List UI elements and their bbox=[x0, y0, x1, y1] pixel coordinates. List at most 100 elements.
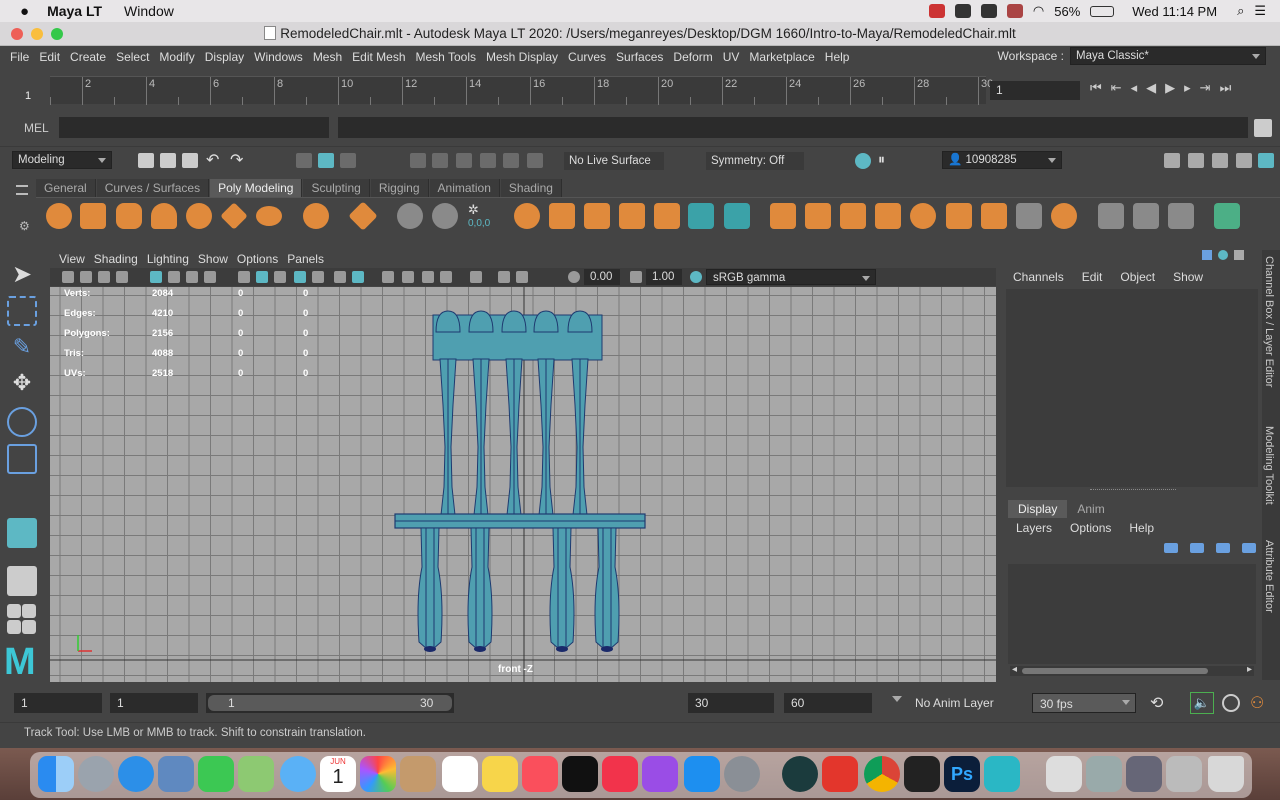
battery-icon[interactable] bbox=[1090, 5, 1115, 17]
combine-icon[interactable] bbox=[514, 203, 540, 229]
open-scene-icon[interactable] bbox=[160, 153, 176, 168]
flag-icon[interactable] bbox=[1006, 4, 1023, 18]
shelf-tab-animation[interactable]: Animation bbox=[429, 179, 500, 197]
separate-icon[interactable] bbox=[549, 203, 575, 229]
panel-float-icon[interactable] bbox=[1202, 250, 1212, 260]
music-icon[interactable] bbox=[522, 756, 558, 792]
calendar-icon[interactable]: JUN 1 bbox=[320, 756, 356, 792]
last-tool-icon[interactable] bbox=[7, 518, 37, 548]
layer-menu-layers[interactable]: Layers bbox=[1016, 521, 1052, 535]
new-layer-icon[interactable] bbox=[1216, 543, 1230, 553]
symmetry-field[interactable]: Symmetry: Off bbox=[706, 152, 804, 170]
loop-icon[interactable]: ⟲ bbox=[1150, 693, 1163, 713]
menu-display[interactable]: Display bbox=[205, 50, 244, 64]
super-shape-icon[interactable] bbox=[348, 201, 378, 231]
trash-icon[interactable] bbox=[1208, 756, 1244, 792]
multi-cut-icon[interactable] bbox=[1016, 203, 1042, 229]
layer-menu-options[interactable]: Options bbox=[1070, 521, 1111, 535]
layer-horizontal-scrollbar[interactable]: ◂ ▸ bbox=[1010, 664, 1254, 676]
menu-file[interactable]: File bbox=[10, 50, 29, 64]
color-space-dropdown[interactable]: sRGB gamma bbox=[706, 269, 876, 285]
layer-editor-icon[interactable] bbox=[1258, 153, 1274, 168]
persp-outliner-layout-icon[interactable] bbox=[22, 604, 36, 618]
exposure-icon[interactable] bbox=[568, 271, 580, 283]
gitkraken-icon[interactable] bbox=[782, 756, 818, 792]
fps-dropdown[interactable]: 30 fps bbox=[1032, 693, 1136, 713]
smooth-icon[interactable] bbox=[619, 203, 645, 229]
mac-menu-window[interactable]: Window bbox=[124, 3, 174, 19]
shelf-tab-shading[interactable]: Shading bbox=[500, 179, 562, 197]
panel-menu-panels[interactable]: Panels bbox=[287, 252, 324, 266]
default-lighting-icon[interactable] bbox=[274, 271, 286, 283]
select-camera-icon[interactable] bbox=[62, 271, 74, 283]
battery-percent[interactable]: 56% bbox=[1054, 4, 1080, 19]
image-plane-icon[interactable] bbox=[116, 271, 128, 283]
notes-icon[interactable] bbox=[482, 756, 518, 792]
wireframe-on-shaded-icon[interactable] bbox=[294, 271, 306, 283]
minimize-window-button[interactable] bbox=[31, 28, 43, 40]
menu-set-dropdown[interactable]: Modeling bbox=[12, 151, 112, 169]
mel-input[interactable] bbox=[59, 117, 329, 138]
center-pivot-icon[interactable] bbox=[432, 203, 458, 229]
menu-uv[interactable]: UV bbox=[723, 50, 740, 64]
side-tab-channel-box[interactable]: Channel Box / Layer Editor bbox=[1263, 256, 1275, 387]
xray-joints-icon[interactable] bbox=[498, 271, 510, 283]
xray-icon[interactable] bbox=[470, 271, 482, 283]
uv-editor-icon[interactable] bbox=[1214, 203, 1240, 229]
pause-render-icon[interactable]: ⏸ bbox=[878, 151, 885, 168]
exposure-field[interactable]: 0.00 bbox=[584, 269, 620, 285]
launchpad-icon[interactable] bbox=[78, 756, 114, 792]
fill-hole-icon[interactable] bbox=[910, 203, 936, 229]
script-editor-icon[interactable] bbox=[1254, 119, 1272, 137]
menu-modify[interactable]: Modify bbox=[159, 50, 194, 64]
rotate-tool-icon[interactable] bbox=[7, 407, 37, 437]
extrude-icon[interactable] bbox=[770, 203, 796, 229]
render-icon[interactable] bbox=[855, 153, 871, 169]
documents-stack-icon[interactable] bbox=[1086, 756, 1122, 792]
menu-deform[interactable]: Deform bbox=[673, 50, 712, 64]
bridge-icon[interactable] bbox=[805, 203, 831, 229]
downloads-stack-icon[interactable] bbox=[1046, 756, 1082, 792]
boolean-icon[interactable] bbox=[688, 203, 714, 229]
menu-mesh[interactable]: Mesh bbox=[313, 50, 342, 64]
menu-curves[interactable]: Curves bbox=[568, 50, 606, 64]
snap-view-plane-icon[interactable] bbox=[480, 153, 496, 168]
shelf-menu-icon[interactable] bbox=[16, 185, 28, 195]
side-tab-attribute-editor[interactable]: Attribute Editor bbox=[1263, 540, 1275, 613]
save-scene-icon[interactable] bbox=[182, 153, 198, 168]
side-tab-modeling-toolkit[interactable]: Modeling Toolkit bbox=[1263, 426, 1275, 505]
range-slider-handle[interactable]: 1 30 bbox=[208, 695, 452, 711]
shelf-tab-poly-modeling[interactable]: Poly Modeling bbox=[210, 179, 303, 197]
lasso-tool-icon[interactable] bbox=[7, 296, 37, 326]
poly-cube-icon[interactable] bbox=[80, 203, 106, 229]
snap-grid-icon[interactable] bbox=[410, 153, 426, 168]
step-forward-key-icon[interactable]: ⇥ bbox=[1200, 80, 1211, 96]
podcasts-icon[interactable] bbox=[642, 756, 678, 792]
display-icon[interactable] bbox=[980, 4, 997, 18]
facetime-icon[interactable] bbox=[198, 756, 234, 792]
step-back-key-icon[interactable]: ⇤ bbox=[1111, 80, 1122, 96]
gamma-icon[interactable] bbox=[630, 271, 642, 283]
move-layer-down-icon[interactable] bbox=[1190, 543, 1204, 553]
resolution-gate-icon[interactable] bbox=[186, 271, 198, 283]
terminal-icon[interactable] bbox=[904, 756, 940, 792]
snap-live-icon[interactable] bbox=[503, 153, 519, 168]
poke-icon[interactable] bbox=[981, 203, 1007, 229]
poly-cylinder-icon[interactable] bbox=[116, 203, 142, 229]
menu-help[interactable]: Help bbox=[825, 50, 850, 64]
shelf-settings-icon[interactable]: ⚙ bbox=[19, 219, 30, 233]
channel-box-icon[interactable] bbox=[1236, 153, 1252, 168]
scroll-right-icon[interactable]: ▸ bbox=[1247, 664, 1252, 675]
attribute-editor-icon[interactable] bbox=[1188, 153, 1204, 168]
view-transform-icon[interactable] bbox=[690, 271, 702, 283]
poly-sphere-icon[interactable] bbox=[46, 203, 72, 229]
go-to-end-icon[interactable]: ⏭ bbox=[1220, 80, 1232, 96]
menu-marketplace[interactable]: Marketplace bbox=[749, 50, 814, 64]
reminders-icon[interactable] bbox=[442, 756, 478, 792]
ambient-occlusion-icon[interactable] bbox=[382, 271, 394, 283]
step-back-frame-icon[interactable]: ◂ bbox=[1131, 80, 1138, 96]
quad-draw-icon[interactable] bbox=[1168, 203, 1194, 229]
freeze-transform-icon[interactable]: ✲ bbox=[468, 202, 479, 218]
target-weld-icon[interactable] bbox=[1051, 203, 1077, 229]
cc-sync-icon[interactable] bbox=[954, 4, 971, 18]
